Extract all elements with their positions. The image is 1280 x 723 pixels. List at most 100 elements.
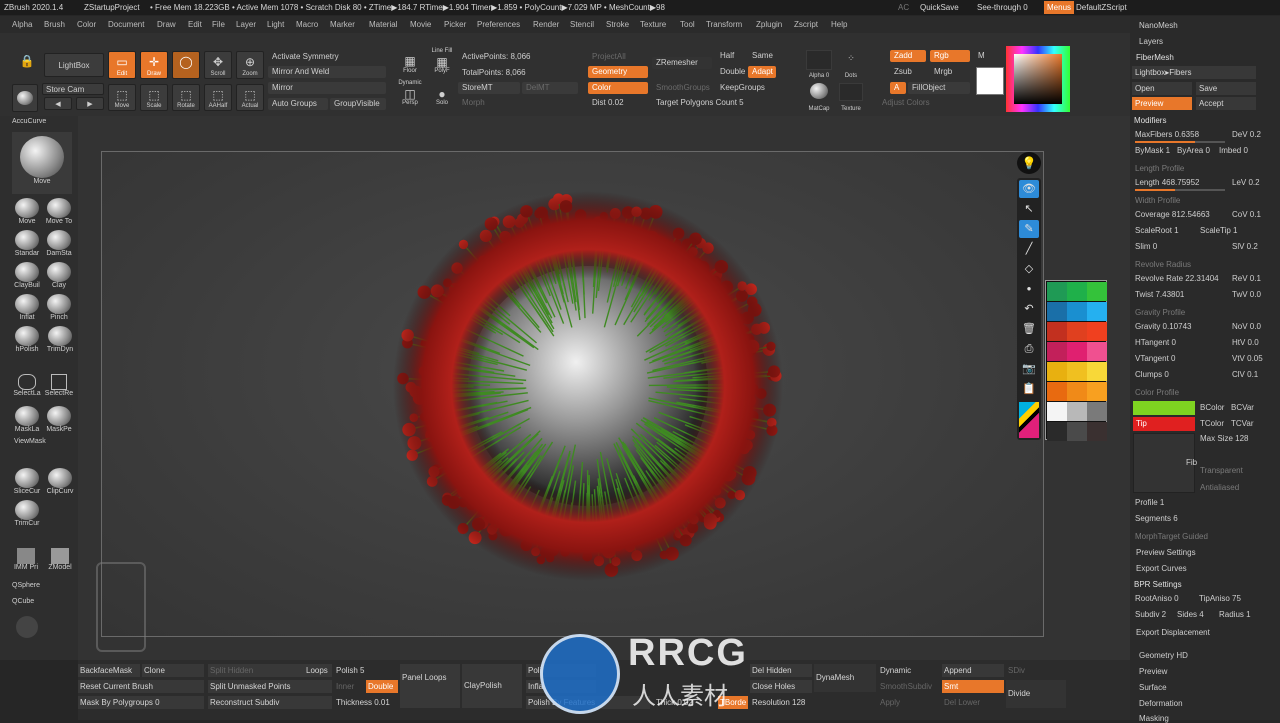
rootaniso-slider[interactable]: RootAniso 0 [1135,594,1179,603]
inner-toggle[interactable]: Inner [334,680,364,693]
lightbulb-icon[interactable]: 💡 [1017,152,1041,174]
morphtarget-toggle[interactable]: MorphTarget Guided [1135,532,1208,541]
smoothgroups-button[interactable]: SmoothGroups [652,82,712,94]
brush-claybuildup[interactable]: ClayBuil [12,262,42,289]
divide-button[interactable]: Divide [1006,680,1066,708]
brush-move[interactable]: Move [14,198,40,225]
export-displacement-button[interactable]: Export Displacement [1136,628,1210,637]
reset-brush-button[interactable]: Reset Current Brush [78,680,204,693]
scaleroot-slider[interactable]: ScaleRoot 1 [1135,226,1179,235]
palette-swatch[interactable] [1087,322,1107,341]
antialiased-toggle[interactable]: Antialiased [1200,483,1239,492]
dist-slider[interactable]: Dist 0.02 [588,97,648,109]
gravity-profile-button[interactable]: Gravity Profile [1135,308,1185,317]
append-button[interactable]: Append [942,664,1004,677]
menu-macro[interactable]: Macro [296,20,318,29]
document-viewport[interactable] [78,116,1130,660]
dynamesh-button[interactable]: DynaMesh [814,664,876,692]
clipboard-icon[interactable]: 📋 [1019,380,1039,398]
fillobject-button[interactable]: FillObject [908,82,970,94]
seethrough-slider[interactable]: See-through 0 [977,3,1028,12]
eye-icon[interactable]: 👁 [1019,180,1039,198]
palette-swatch[interactable] [1047,322,1067,341]
imbed-slider[interactable]: Imbed 0 [1219,146,1248,155]
imm-primitives-button[interactable]: IMM Pri [10,548,42,571]
smt-toggle[interactable]: Smt [942,680,1004,693]
matcap-button[interactable]: MatCap [804,81,834,113]
palette-swatch[interactable] [1067,382,1087,401]
max-size-slider[interactable]: Max Size 128 [1200,434,1248,443]
scaletip-slider[interactable]: ScaleTip 1 [1200,226,1238,235]
sdiv-slider[interactable]: SDiv [1006,664,1066,677]
open-button[interactable]: Open [1132,82,1192,95]
masking-subpalette[interactable]: Masking [1139,714,1169,723]
selectrect-button[interactable]: SelectRe [44,374,74,397]
adjust-colors-button[interactable]: Adjust Colors [878,97,968,109]
bcolor-button[interactable]: BColor [1200,403,1224,412]
palette-swatch[interactable] [1087,382,1107,401]
same-button[interactable]: Same [748,50,776,62]
zoom-button[interactable]: ⊕Zoom [236,51,264,79]
scroll-button[interactable]: ✥Scroll [204,51,232,79]
fibermesh-sphere[interactable] [388,186,788,586]
width-profile-button[interactable]: Width Profile [1135,196,1180,205]
accucurve-button[interactable]: AccuCurve [12,118,46,125]
backface-mask-button[interactable]: BackfaceMask [78,664,140,677]
revolve-radius-button[interactable]: Revolve Radius [1135,260,1191,269]
deformation-subpalette[interactable]: Deformation [1139,699,1183,708]
brush-inflate[interactable]: Inflat [12,294,42,321]
palette-swatch[interactable] [1087,362,1107,381]
menu-stencil[interactable]: Stencil [570,20,594,29]
menu-help[interactable]: Help [831,20,847,29]
thickness-slider[interactable]: Thickness 0.01 [334,696,398,709]
qcube-button[interactable]: QCube [12,598,34,605]
lightbox-button[interactable]: LightBox [44,53,104,77]
geometry-toggle[interactable]: Geometry [588,66,648,78]
palette-swatch[interactable] [1067,402,1087,421]
select-arrow-icon[interactable]: ↖ [1019,200,1039,218]
color-picker-square[interactable] [1014,54,1062,104]
persp-button[interactable]: Dynamic◫Persp [398,79,422,107]
color-profile-button[interactable]: Color Profile [1135,388,1179,397]
twist-slider[interactable]: Twist 7.43801 [1135,290,1184,299]
surface-subpalette[interactable]: Surface [1139,683,1167,692]
print-icon[interactable]: ⎙ [1019,340,1039,358]
slv-slider[interactable]: SlV 0.2 [1232,242,1258,251]
smooth-subdiv-slider[interactable]: SmoothSubdiv [878,680,940,693]
store-cam-button[interactable]: Store Cam [42,83,104,95]
menu-picker[interactable]: Picker [444,20,466,29]
export-curves-button[interactable]: Export Curves [1136,564,1187,573]
paint-brush-icon[interactable]: ✎ [1019,220,1039,238]
tcolor-button[interactable]: TColor [1200,419,1224,428]
qsphere-button[interactable]: QSphere [12,582,40,589]
menus-button[interactable]: Menus [1044,1,1074,14]
move-button[interactable]: ⬚Move [108,84,136,111]
save-button[interactable]: Save [1196,82,1256,95]
palette-swatch[interactable] [1067,422,1087,441]
modifiers-heading[interactable]: Modifiers [1134,116,1166,125]
menu-stroke[interactable]: Stroke [606,20,629,29]
secondary-color-swatch[interactable] [976,67,1004,95]
color-picker[interactable] [1006,46,1070,112]
menu-edit[interactable]: Edit [188,20,202,29]
coverage-slider[interactable]: Coverage 812.54663 [1135,210,1210,219]
length-profile-button[interactable]: Length Profile [1135,164,1184,173]
viewmask-button[interactable]: ViewMask [14,438,46,445]
menu-zscript[interactable]: Zscript [794,20,818,29]
lightbox-fibers-button[interactable]: Lightbox▸Fibers [1132,66,1256,79]
palette-swatch[interactable] [1067,282,1087,301]
dynamic-subdiv-button[interactable]: Dynamic [878,664,940,677]
loops-slider[interactable]: Loops [304,664,332,677]
menu-texture[interactable]: Texture [640,20,666,29]
brush-clay[interactable]: Clay [44,262,74,289]
palette-swatch[interactable] [1067,362,1087,381]
zadd-toggle[interactable]: Zadd [890,50,926,62]
rotate-mode-button[interactable]: ◯ [172,51,200,79]
slicecurve-button[interactable]: SliceCur [12,468,42,495]
fibermesh-subpalette[interactable]: FiberMesh [1136,53,1174,62]
pen-icon[interactable]: ╱ [1019,240,1039,258]
palette-swatch[interactable] [1067,322,1087,341]
palette-swatch[interactable] [1087,282,1107,301]
dots-stroke-button[interactable]: ⁘Dots [836,48,866,80]
twv-slider[interactable]: TwV 0.0 [1232,290,1261,299]
